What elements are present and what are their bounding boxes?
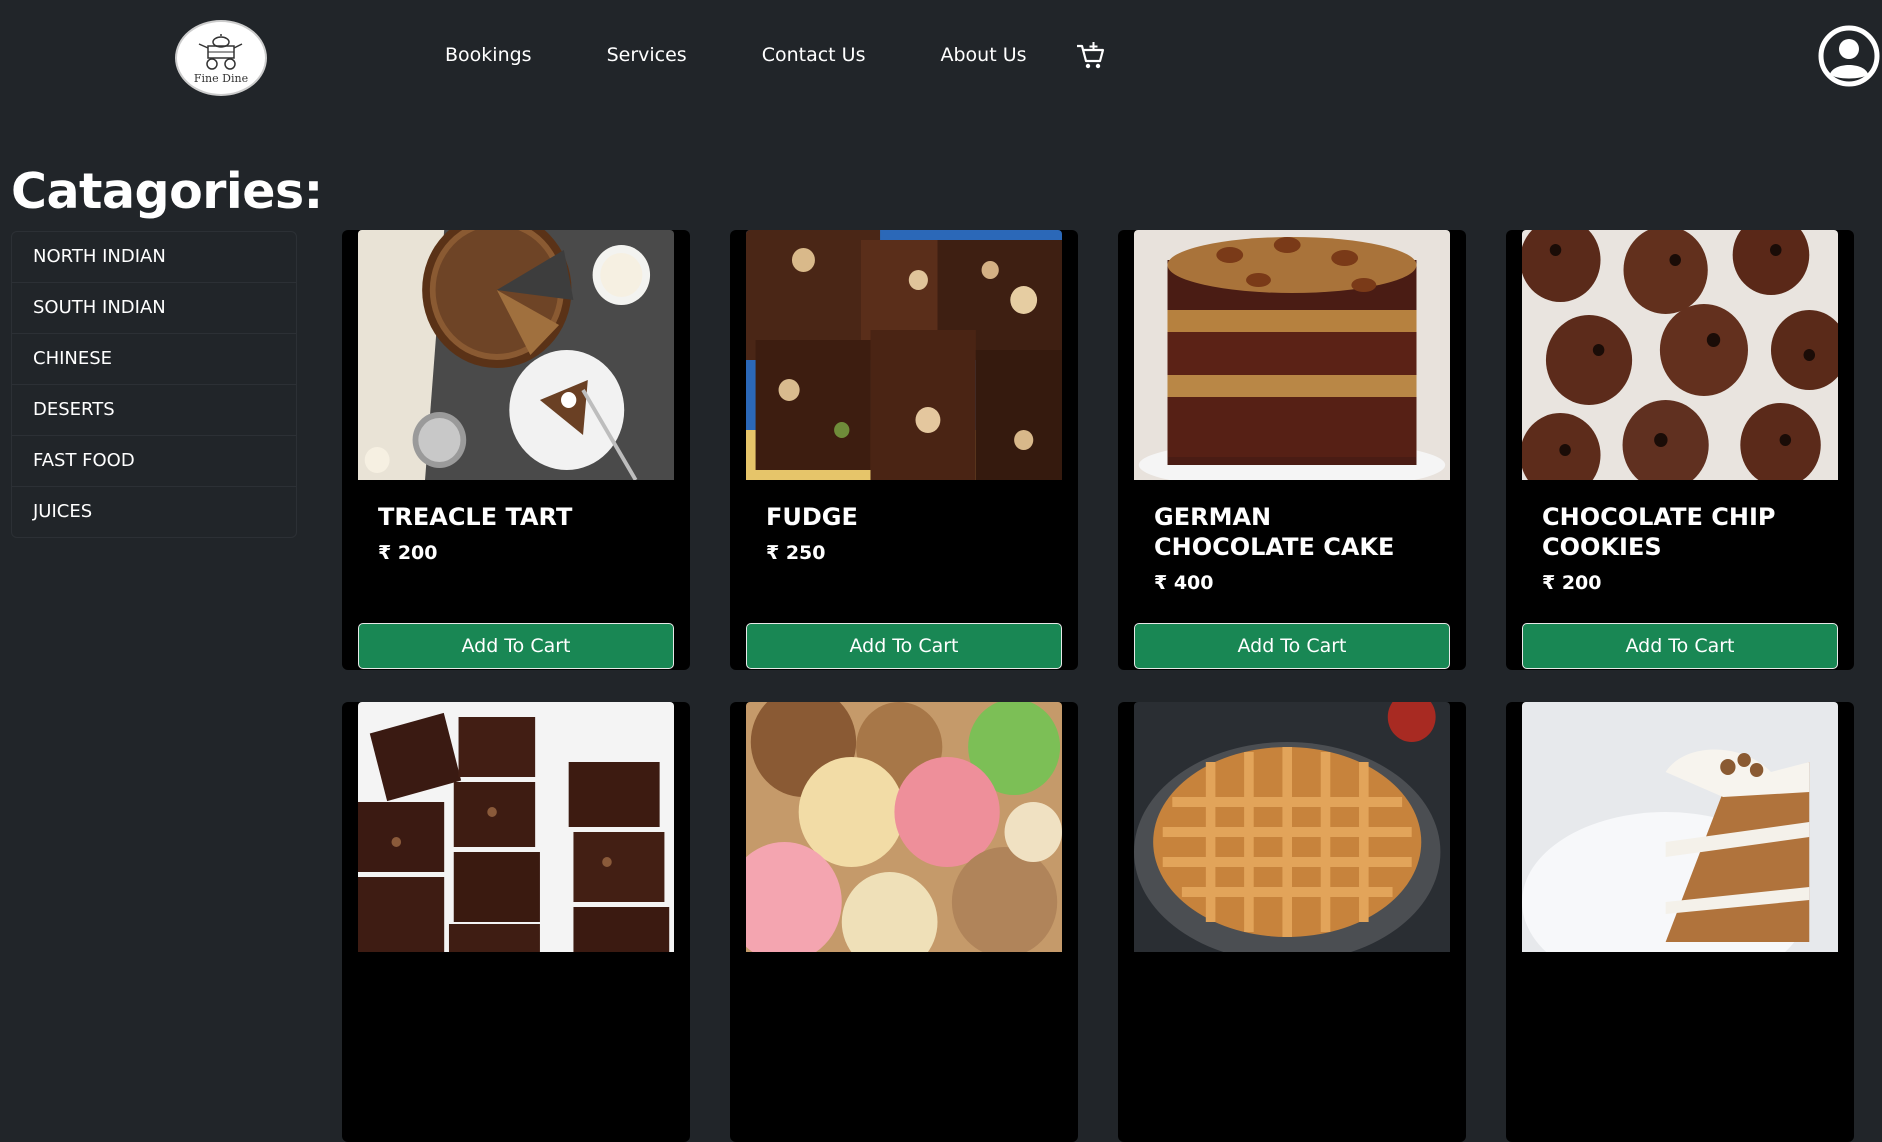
user-circle-icon[interactable] — [1817, 24, 1881, 88]
cart-icon[interactable] — [1075, 40, 1107, 72]
add-to-cart-button[interactable]: Add To Cart — [358, 623, 674, 669]
product-name: CHOCOLATE CHIP COOKIES — [1542, 503, 1776, 561]
brownies-image — [358, 702, 674, 952]
add-to-cart-button[interactable]: Add To Cart — [746, 623, 1062, 669]
nav-bookings[interactable]: Bookings — [445, 44, 532, 66]
category-north-indian[interactable]: NORTH INDIAN — [12, 232, 296, 283]
carrot-cake-image — [1522, 702, 1838, 952]
add-to-cart-button[interactable]: Add To Cart — [1134, 623, 1450, 669]
category-fast-food[interactable]: FAST FOOD — [12, 436, 296, 487]
fudge-image — [746, 230, 1062, 480]
product-price: ₹ 250 — [766, 542, 826, 564]
brand-name: Fine Dine — [193, 72, 249, 85]
product-card: FUDGE ₹ 250 Add To Cart — [730, 230, 1078, 670]
nav-contact-us[interactable]: Contact Us — [762, 44, 866, 66]
product-name: FUDGE — [766, 503, 858, 531]
nav-about-us[interactable]: About Us — [940, 44, 1026, 66]
product-card — [342, 702, 690, 1142]
category-chinese[interactable]: CHINESE — [12, 334, 296, 385]
german-chocolate-cake-image — [1134, 230, 1450, 480]
product-name: GERMAN CHOCOLATE CAKE — [1154, 503, 1395, 561]
product-card: TREACLE TART ₹ 200 Add To Cart — [342, 230, 690, 670]
chocolate-chip-cookies-image — [1522, 230, 1838, 480]
product-card — [1506, 702, 1854, 1142]
brand-logo[interactable]: Fine Dine — [175, 20, 267, 96]
product-card: GERMAN CHOCOLATE CAKE ₹ 400 Add To Cart — [1118, 230, 1466, 670]
product-price: ₹ 400 — [1154, 572, 1214, 594]
navbar: Fine Dine Bookings Services Contact Us A… — [0, 0, 1882, 115]
category-south-indian[interactable]: SOUTH INDIAN — [12, 283, 296, 334]
product-price: ₹ 200 — [1542, 572, 1602, 594]
add-to-cart-button[interactable]: Add To Cart — [1522, 623, 1838, 669]
product-card — [1118, 702, 1466, 1142]
categories-heading: Catagories: — [11, 163, 323, 220]
product-card: CHOCOLATE CHIP COOKIES ₹ 200 Add To Cart — [1506, 230, 1854, 670]
product-grid: TREACLE TART ₹ 200 Add To Cart FUDGE ₹ 2… — [342, 230, 1866, 1142]
category-deserts[interactable]: DESERTS — [12, 385, 296, 436]
product-card — [730, 702, 1078, 1142]
product-name: TREACLE TART — [378, 503, 573, 531]
ice-cream-image — [746, 702, 1062, 952]
nav-links: Bookings Services Contact Us About Us — [445, 44, 1102, 66]
treacle-tart-image — [358, 230, 674, 480]
food-cart-icon — [198, 34, 243, 70]
category-juices[interactable]: JUICES — [12, 487, 296, 537]
category-list: NORTH INDIAN SOUTH INDIAN CHINESE DESERT… — [11, 231, 297, 538]
product-price: ₹ 200 — [378, 542, 438, 564]
lattice-pie-image — [1134, 702, 1450, 952]
nav-services[interactable]: Services — [607, 44, 687, 66]
